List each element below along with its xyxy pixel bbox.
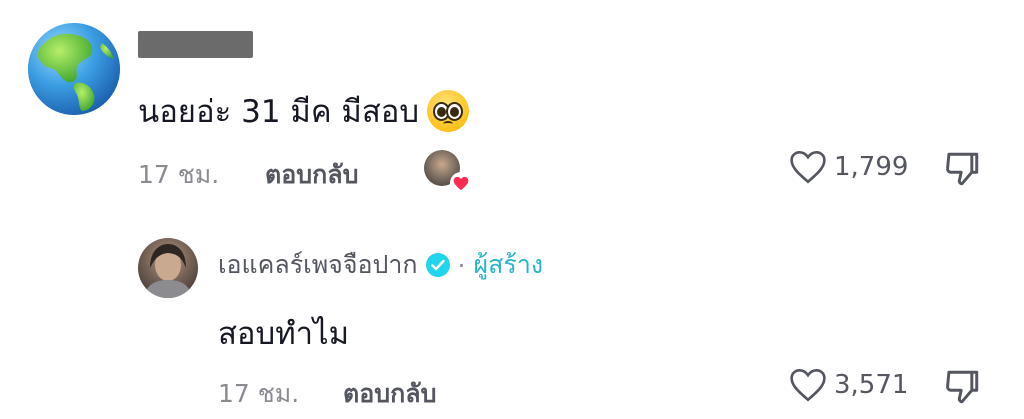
separator-dot: · bbox=[457, 250, 466, 280]
creator-liked-badge bbox=[424, 150, 472, 194]
reply-author-name[interactable]: เอแคลร์เพจจือปาก bbox=[218, 245, 418, 285]
globe-americas-icon bbox=[28, 23, 120, 115]
creator-badge: ผู้สร้าง bbox=[473, 250, 544, 279]
reply-reply-button[interactable]: ตอบกลับ bbox=[343, 374, 436, 414]
reply-author-line: เอแคลร์เพจจือปาก · ผู้สร้าง bbox=[218, 245, 543, 285]
heart-outline-icon bbox=[790, 150, 826, 184]
reply-like-button[interactable]: 3,571 bbox=[788, 367, 908, 403]
creator-portrait bbox=[144, 244, 192, 298]
comment-like-button[interactable]: 1,799 bbox=[788, 149, 908, 185]
comment-like-count: 1,799 bbox=[834, 152, 909, 182]
comment-body: นอยอ่ะ 31 มีค มีสอบ bbox=[138, 86, 470, 136]
heart-outline-icon bbox=[790, 368, 826, 402]
pleading-face-emoji bbox=[427, 90, 470, 132]
creator-avatar[interactable] bbox=[138, 238, 198, 298]
heart-icon bbox=[450, 172, 472, 194]
thumbs-down-icon bbox=[946, 152, 979, 186]
verified-check-icon bbox=[425, 253, 450, 277]
comment-reply-button[interactable]: ตอบกลับ bbox=[265, 155, 358, 195]
reply-timestamp: 17 ชม. bbox=[218, 379, 300, 408]
reply-like-count: 3,571 bbox=[834, 370, 909, 400]
thumbs-down-icon bbox=[946, 370, 979, 404]
comment-text: นอยอ่ะ 31 มีค มีสอบ bbox=[138, 94, 420, 130]
comment-timestamp: 17 ชม. bbox=[138, 160, 220, 189]
reply-text: สอบทำไม bbox=[218, 316, 350, 352]
redacted-username bbox=[138, 31, 253, 58]
comment-dislike-button[interactable] bbox=[942, 151, 982, 191]
commenter-avatar[interactable] bbox=[28, 23, 120, 115]
reply-dislike-button[interactable] bbox=[942, 369, 982, 409]
